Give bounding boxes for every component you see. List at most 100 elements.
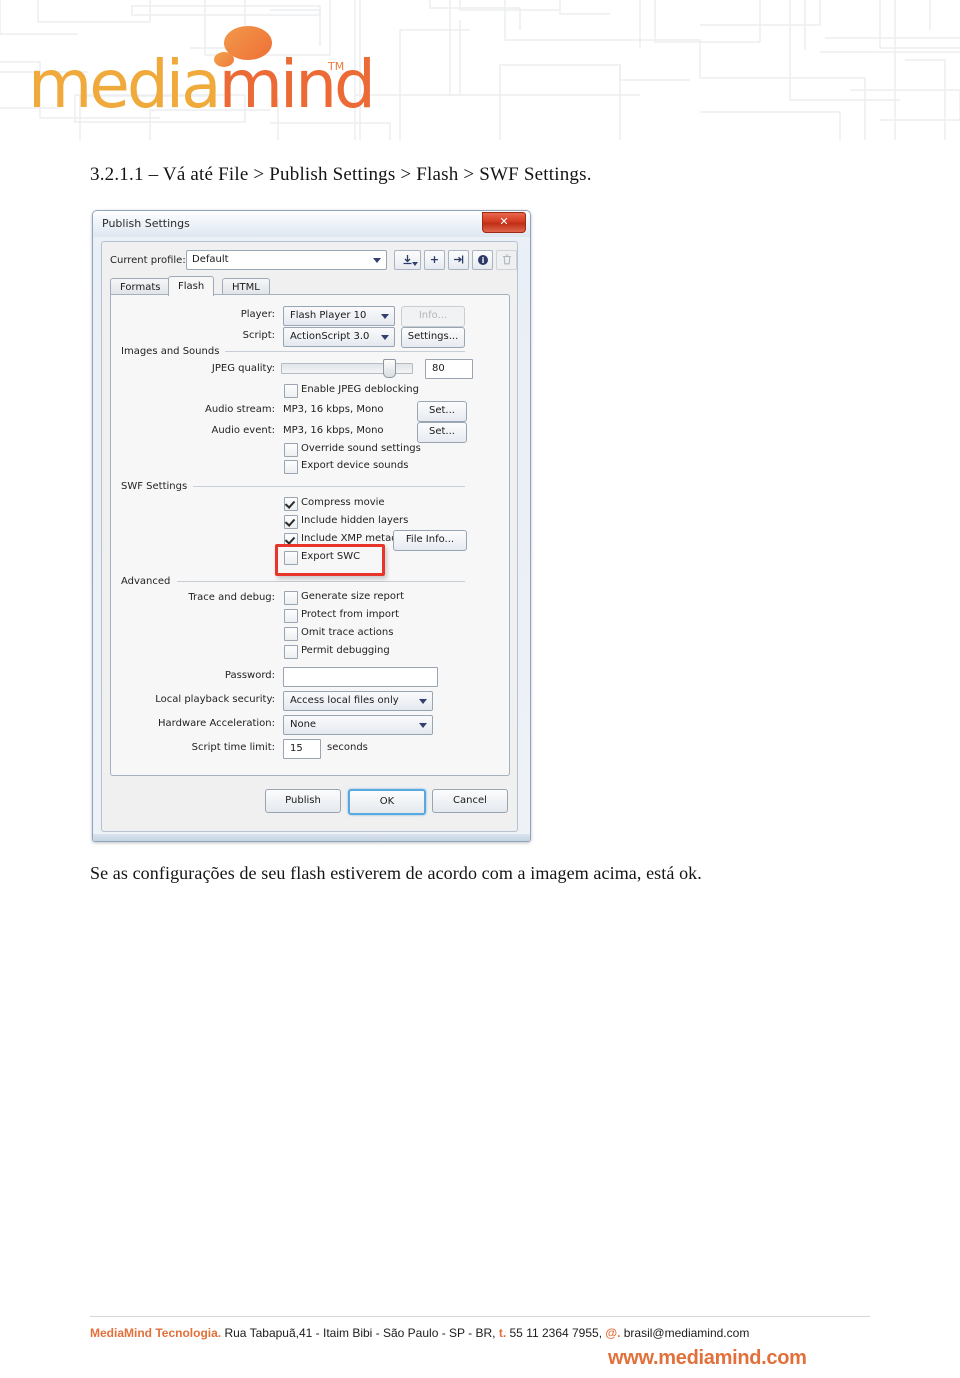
footer-divider — [90, 1316, 870, 1317]
script-label: Script: — [242, 330, 275, 341]
protect-from-import-label: Protect from import — [301, 609, 400, 620]
cancel-button[interactable]: Cancel — [432, 789, 508, 813]
section-images-and-sounds: Images and Sounds — [121, 346, 226, 357]
current-profile-label: Current profile: — [110, 255, 186, 266]
section-swf-settings: SWF Settings — [121, 481, 194, 492]
section-divider — [203, 351, 465, 352]
section-divider — [183, 486, 465, 487]
audio-event-value: MP3, 16 kbps, Mono — [283, 425, 384, 436]
logo-mind-text: mind — [218, 46, 376, 123]
permit-debugging-label: Permit debugging — [301, 645, 390, 656]
publish-button[interactable]: Publish — [265, 789, 341, 813]
audio-event-set-button[interactable]: Set... — [417, 422, 467, 443]
tab-flash[interactable]: Flash — [168, 276, 215, 296]
compress-movie-checkbox[interactable] — [284, 497, 298, 511]
chevron-down-icon — [381, 335, 389, 340]
export-device-sounds-checkbox[interactable] — [284, 460, 298, 474]
section-divider — [177, 581, 465, 582]
script-time-limit-field[interactable]: 15 — [283, 739, 321, 759]
dialog-resize-bar — [93, 834, 530, 841]
logo-media-text: media — [28, 46, 222, 123]
local-playback-security-value: Access local files only — [290, 695, 399, 706]
script-time-limit-label: Script time limit: — [191, 742, 275, 753]
import-profile-icon[interactable] — [394, 249, 421, 270]
flash-tab-panel: Player: Flash Player 10 Info... Script: … — [110, 294, 510, 776]
permit-debugging-checkbox[interactable] — [284, 645, 298, 659]
page-caption: Se as configurações de seu flash estiver… — [90, 863, 702, 883]
local-playback-security-label: Local playback security: — [155, 694, 275, 705]
jpeg-quality-slider-thumb[interactable] — [383, 359, 396, 378]
ok-button[interactable]: OK — [348, 789, 426, 815]
generate-size-report-label: Generate size report — [301, 591, 404, 602]
footer-email[interactable]: brasil@mediamind.com — [620, 1326, 750, 1340]
page-heading: 3.2.1.1 – Vá até File > Publish Settings… — [90, 164, 592, 185]
chevron-down-icon — [381, 314, 389, 319]
current-profile-row: Current profile: Default + i — [110, 249, 517, 270]
section-advanced: Advanced — [121, 576, 177, 587]
script-time-limit-value: 15 — [290, 743, 303, 754]
delete-profile-icon — [496, 249, 517, 270]
script-settings-button[interactable]: Settings... — [401, 327, 465, 348]
script-time-limit-units: seconds — [327, 742, 368, 753]
local-playback-security-select[interactable]: Access local files only — [283, 691, 433, 711]
audio-stream-set-button[interactable]: Set... — [417, 401, 467, 422]
chevron-down-icon — [419, 723, 427, 728]
player-select[interactable]: Flash Player 10 — [283, 306, 395, 326]
footer-contact-line: MediaMind Tecnologia. Rua Tabapuã,41 - I… — [90, 1326, 749, 1340]
footer-address: Rua Tabapuã,41 - Itaim Bibi - São Paulo … — [221, 1326, 499, 1340]
audio-event-label: Audio event: — [211, 425, 275, 436]
enable-jpeg-deblocking-label: Enable JPEG deblocking — [301, 384, 419, 395]
player-label: Player: — [240, 309, 275, 320]
enable-jpeg-deblocking-checkbox[interactable] — [284, 384, 298, 398]
password-field[interactable] — [283, 667, 438, 687]
include-hidden-layers-label: Include hidden layers — [301, 515, 409, 526]
jpeg-quality-value: 80 — [432, 363, 445, 374]
include-hidden-layers-checkbox[interactable] — [284, 515, 298, 529]
file-info-button[interactable]: File Info... — [393, 530, 467, 551]
export-device-sounds-label: Export device sounds — [301, 460, 409, 471]
omit-trace-actions-label: Omit trace actions — [301, 627, 394, 638]
dialog-content: Current profile: Default + i Formats Fla… — [101, 241, 518, 832]
footer-email-prefix: @. — [605, 1326, 621, 1340]
export-swc-checkbox[interactable] — [284, 551, 298, 565]
trademark-symbol: TM — [328, 60, 345, 73]
omit-trace-actions-checkbox[interactable] — [284, 627, 298, 641]
hardware-acceleration-value: None — [290, 719, 317, 730]
add-profile-icon[interactable]: + — [424, 249, 445, 270]
chevron-down-icon — [373, 258, 381, 263]
compress-movie-label: Compress movie — [301, 497, 385, 508]
current-profile-value: Default — [192, 254, 229, 265]
dialog-title: Publish Settings — [102, 217, 190, 230]
override-sound-settings-label: Override sound settings — [301, 443, 421, 454]
hardware-acceleration-label: Hardware Acceleration: — [158, 718, 275, 729]
chevron-down-icon — [412, 261, 418, 266]
publish-settings-dialog: Publish Settings ✕ Current profile: Defa… — [92, 210, 531, 842]
jpeg-quality-label: JPEG quality: — [211, 363, 275, 374]
footer-company-name: MediaMind Tecnologia. — [90, 1326, 222, 1340]
player-info-button: Info... — [401, 306, 465, 327]
profile-toolbar: + i — [394, 249, 517, 270]
script-value: ActionScript 3.0 — [290, 331, 370, 342]
audio-stream-label: Audio stream: — [204, 404, 275, 415]
page-header: mediamind TM — [0, 0, 960, 140]
svg-text:i: i — [481, 256, 484, 265]
footer-phone: 55 11 2364 7955, — [506, 1326, 606, 1340]
script-select[interactable]: ActionScript 3.0 — [283, 327, 395, 347]
protect-from-import-checkbox[interactable] — [284, 609, 298, 623]
hardware-acceleration-select[interactable]: None — [283, 715, 433, 735]
player-value: Flash Player 10 — [290, 310, 367, 321]
override-sound-settings-checkbox[interactable] — [284, 443, 298, 457]
generate-size-report-checkbox[interactable] — [284, 591, 298, 605]
export-profile-icon[interactable] — [448, 249, 469, 270]
current-profile-select[interactable]: Default — [186, 250, 387, 270]
include-xmp-metadata-checkbox[interactable] — [284, 533, 298, 547]
chevron-down-icon — [419, 699, 427, 704]
profile-info-icon[interactable]: i — [472, 249, 493, 270]
dialog-action-bar: Publish OK Cancel — [110, 785, 525, 819]
jpeg-quality-value-field[interactable]: 80 — [425, 359, 473, 379]
close-icon[interactable]: ✕ — [482, 212, 526, 233]
dialog-tabstrip: Formats Flash HTML — [110, 276, 510, 296]
footer-website-url[interactable]: www.mediamind.com — [608, 1347, 807, 1370]
logo-wordmark: mediamind — [28, 52, 376, 118]
password-label: Password: — [224, 670, 275, 681]
